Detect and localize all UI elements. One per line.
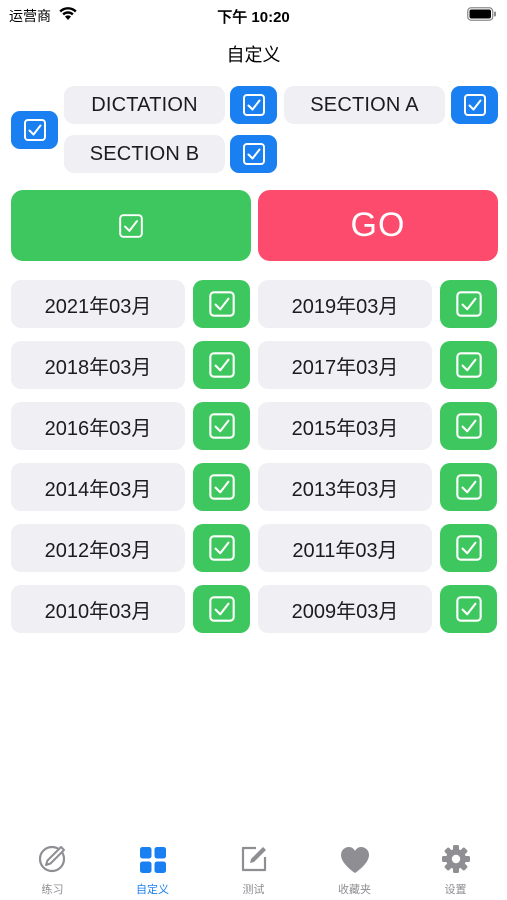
year-label: 2012年03月 (11, 524, 185, 572)
checkbox-checked-icon (455, 352, 482, 378)
year-label: 2018年03月 (11, 341, 185, 389)
tab-custom[interactable]: 自定义 (102, 838, 203, 900)
tab-bar: 练习 自定义 测试 收藏夹 设置 (0, 838, 507, 900)
tab-label: 收藏夹 (338, 884, 371, 896)
year-label: 2017年03月 (258, 341, 432, 389)
tab-favorites[interactable]: 收藏夹 (304, 838, 405, 900)
section-dictation-checkbox[interactable] (230, 86, 277, 124)
checkbox-checked-icon (23, 119, 46, 141)
checkbox-checked-icon (455, 535, 482, 561)
tab-practice[interactable]: 练习 (2, 838, 103, 900)
year-label: 2009年03月 (258, 585, 432, 633)
year-label: 2015年03月 (258, 402, 432, 450)
year-label: 2010年03月 (11, 585, 185, 633)
year-checkbox[interactable] (193, 341, 250, 389)
tab-test[interactable]: 测试 (203, 838, 304, 900)
page-title: 自定义 (226, 45, 281, 65)
tab-label: 自定义 (136, 884, 169, 896)
section-dictation-label: DICTATION (64, 86, 225, 124)
tab-label: 设置 (444, 884, 467, 896)
select-all-sections-checkbox[interactable] (11, 111, 58, 149)
year-checkbox[interactable] (193, 524, 250, 572)
gear-icon (441, 845, 470, 873)
checkbox-checked-icon (208, 352, 235, 378)
checkbox-checked-icon (455, 596, 482, 622)
status-time: 下午 10:20 (217, 9, 290, 26)
status-bar: 运营商 下午 10:20 (0, 0, 507, 30)
year-label: 2013年03月 (258, 463, 432, 511)
year-checkbox[interactable] (193, 463, 250, 511)
year-checkbox[interactable] (193, 280, 250, 328)
battery-icon (467, 7, 496, 21)
edit-square-icon (241, 846, 266, 872)
tab-label: 测试 (242, 884, 265, 896)
year-checkbox[interactable] (193, 585, 250, 633)
pencil-circle-icon (38, 845, 65, 873)
checkbox-checked-icon (208, 413, 235, 439)
checkbox-checked-icon (242, 94, 265, 116)
section-a-label: SECTION A (284, 86, 445, 124)
checkbox-checked-icon (455, 474, 482, 500)
heart-icon (340, 847, 369, 873)
checkbox-checked-icon (242, 143, 265, 165)
checkbox-checked-icon (208, 596, 235, 622)
year-checkbox[interactable] (440, 341, 497, 389)
section-b-checkbox[interactable] (230, 135, 277, 173)
section-a-checkbox[interactable] (451, 86, 498, 124)
year-label: 2011年03月 (258, 524, 432, 572)
year-label: 2014年03月 (11, 463, 185, 511)
tab-settings[interactable]: 设置 (405, 838, 506, 900)
year-checkbox[interactable] (440, 463, 497, 511)
year-checkbox[interactable] (440, 402, 497, 450)
go-button[interactable]: GO (258, 190, 498, 261)
select-all-years-button[interactable] (11, 190, 251, 261)
checkbox-checked-icon (208, 535, 235, 561)
section-b-label: SECTION B (64, 135, 225, 173)
year-checkbox[interactable] (440, 585, 497, 633)
year-label: 2016年03月 (11, 402, 185, 450)
tab-label: 练习 (41, 884, 64, 896)
checkbox-checked-icon (119, 213, 143, 238)
checkbox-checked-icon (208, 291, 235, 317)
checkbox-checked-icon (463, 94, 486, 116)
year-checkbox[interactable] (440, 280, 497, 328)
year-checkbox[interactable] (193, 402, 250, 450)
checkbox-checked-icon (208, 474, 235, 500)
checkbox-checked-icon (455, 413, 482, 439)
grid-icon (139, 847, 166, 873)
year-label: 2019年03月 (258, 280, 432, 328)
checkbox-checked-icon (455, 291, 482, 317)
year-checkbox[interactable] (440, 524, 497, 572)
year-label: 2021年03月 (11, 280, 185, 328)
